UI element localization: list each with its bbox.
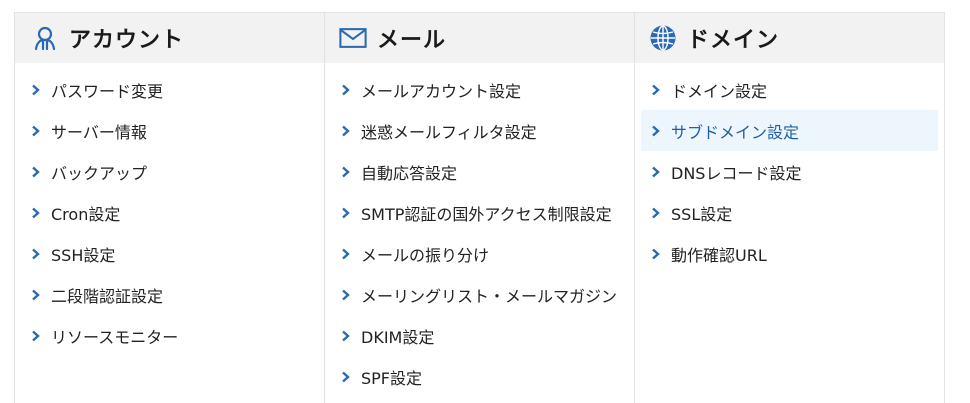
menu-item-two-factor[interactable]: 二段階認証設定 (21, 274, 318, 315)
menu-item-domain-settings[interactable]: ドメイン設定 (641, 69, 938, 110)
menu-item-mail-sorting[interactable]: メールの振り分け (331, 233, 628, 274)
menu-item-label: メーリングリスト・メールマガジン (361, 286, 618, 306)
menu-item-mailing-list[interactable]: メーリングリスト・メールマガジン (331, 274, 628, 315)
menu-item-label: サーバー情報 (51, 122, 147, 142)
menu-item-dns-records[interactable]: DNSレコード設定 (641, 151, 938, 192)
menu-item-label: SSH設定 (51, 245, 116, 265)
chevron-right-icon (31, 125, 43, 137)
menu-item-auto-reply[interactable]: 自動応答設定 (331, 151, 628, 192)
menu-item-resource-monitor[interactable]: リソースモニター (21, 315, 318, 356)
chevron-right-icon (341, 289, 353, 301)
account-header: アカウント (15, 13, 324, 63)
domain-title: ドメイン (687, 28, 780, 53)
domain-menu: ドメイン設定 サブドメイン設定 DNSレコード設定 SSL設定 動作確認URL (635, 63, 944, 274)
menu-item-backup[interactable]: バックアップ (21, 151, 318, 192)
menu-item-label: DNSレコード設定 (671, 163, 802, 183)
menu-item-ssl[interactable]: SSL設定 (641, 192, 938, 233)
menu-item-label: SSL設定 (671, 204, 733, 224)
chevron-right-icon (31, 330, 43, 342)
chevron-right-icon (651, 207, 663, 219)
chevron-right-icon (31, 207, 43, 219)
domain-header: ドメイン (635, 13, 944, 63)
menu-item-label: SMTP認証の国外アクセス制限設定 (361, 204, 612, 224)
menu-item-label: 自動応答設定 (361, 163, 458, 183)
menu-item-mail-account[interactable]: メールアカウント設定 (331, 69, 628, 110)
menu-item-label: パスワード変更 (51, 81, 164, 101)
settings-menu-panel: アカウント パスワード変更 サーバー情報 バックアップ Cron設定 SSH設定… (14, 12, 945, 403)
menu-item-label: バックアップ (51, 163, 148, 183)
menu-item-label: メールの振り分け (361, 245, 490, 265)
mail-menu: メールアカウント設定 迷惑メールフィルタ設定 自動応答設定 SMTP認証の国外ア… (325, 63, 634, 397)
chevron-right-icon (341, 125, 353, 137)
chevron-right-icon (341, 371, 353, 383)
menu-item-label: サブドメイン設定 (671, 122, 800, 142)
mail-column: メール メールアカウント設定 迷惑メールフィルタ設定 自動応答設定 SMTP認証… (325, 13, 635, 403)
menu-item-label: リソースモニター (51, 327, 179, 347)
chevron-right-icon (651, 248, 663, 260)
menu-item-label: 動作確認URL (671, 245, 767, 265)
chevron-right-icon (651, 84, 663, 96)
account-title: アカウント (69, 28, 185, 53)
menu-item-password-change[interactable]: パスワード変更 (21, 69, 318, 110)
menu-item-label: ドメイン設定 (671, 81, 768, 101)
chevron-right-icon (31, 289, 43, 301)
menu-item-label: Cron設定 (51, 204, 121, 224)
chevron-right-icon (341, 248, 353, 260)
menu-item-ssh[interactable]: SSH設定 (21, 233, 318, 274)
chevron-right-icon (651, 166, 663, 178)
menu-item-label: SPF設定 (361, 368, 423, 388)
user-icon (31, 24, 59, 52)
menu-item-cron[interactable]: Cron設定 (21, 192, 318, 233)
chevron-right-icon (31, 166, 43, 178)
menu-item-smtp-restriction[interactable]: SMTP認証の国外アクセス制限設定 (331, 192, 628, 233)
chevron-right-icon (31, 248, 43, 260)
mail-header: メール (325, 13, 634, 63)
chevron-right-icon (341, 330, 353, 342)
menu-item-label: DKIM設定 (361, 327, 435, 347)
mail-title: メール (377, 28, 447, 53)
menu-item-subdomain-settings[interactable]: サブドメイン設定 (641, 110, 938, 151)
chevron-right-icon (651, 125, 663, 137)
account-menu: パスワード変更 サーバー情報 バックアップ Cron設定 SSH設定 二段階認証… (15, 63, 324, 356)
chevron-right-icon (341, 84, 353, 96)
menu-item-test-url[interactable]: 動作確認URL (641, 233, 938, 274)
menu-item-label: 二段階認証設定 (51, 286, 164, 306)
menu-item-label: メールアカウント設定 (361, 81, 522, 101)
mail-icon (339, 24, 367, 52)
account-column: アカウント パスワード変更 サーバー情報 バックアップ Cron設定 SSH設定… (15, 13, 325, 403)
menu-item-label: 迷惑メールフィルタ設定 (361, 122, 537, 142)
globe-icon (649, 24, 677, 52)
chevron-right-icon (341, 166, 353, 178)
chevron-right-icon (341, 207, 353, 219)
menu-item-dkim[interactable]: DKIM設定 (331, 315, 628, 356)
menu-item-spam-filter[interactable]: 迷惑メールフィルタ設定 (331, 110, 628, 151)
menu-item-server-info[interactable]: サーバー情報 (21, 110, 318, 151)
menu-item-spf[interactable]: SPF設定 (331, 356, 628, 397)
chevron-right-icon (31, 84, 43, 96)
domain-column: ドメイン ドメイン設定 サブドメイン設定 DNSレコード設定 SSL設定 動作確… (635, 13, 944, 403)
